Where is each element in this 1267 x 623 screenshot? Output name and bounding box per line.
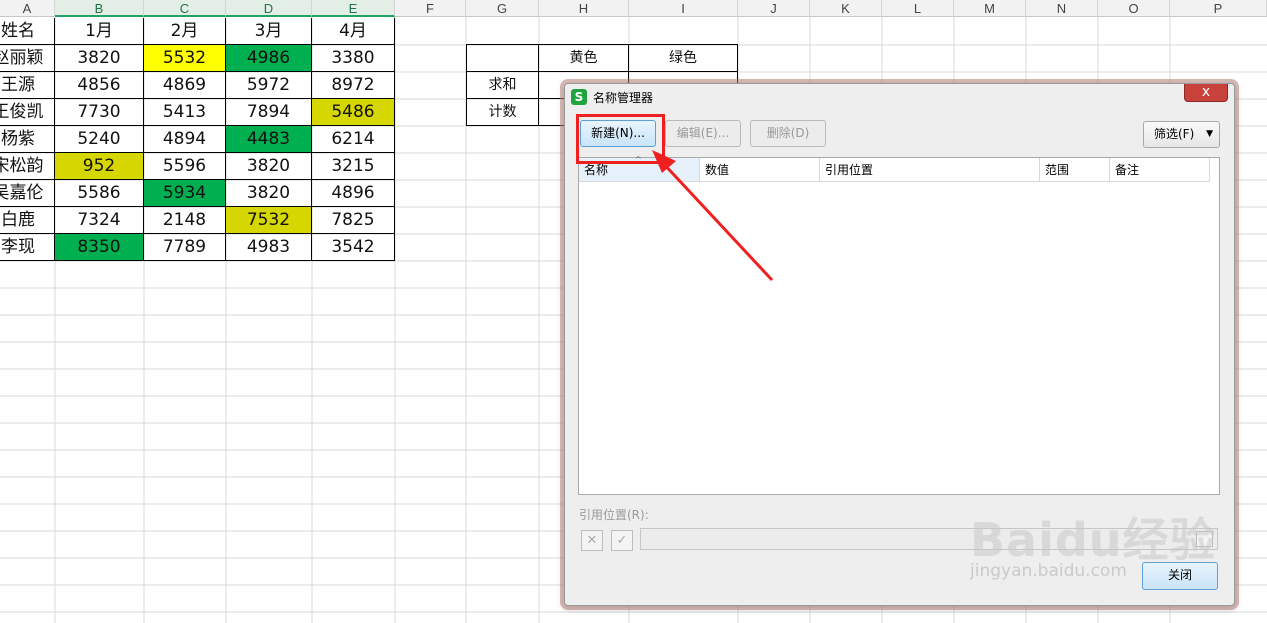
summary-header-green[interactable]: 绿色	[629, 45, 738, 72]
filter-dropdown-button[interactable]: 筛选(F) ▼	[1143, 121, 1220, 148]
dropdown-arrow-icon: ▼	[1206, 129, 1213, 139]
table-cell[interactable]: 4896	[312, 180, 395, 207]
table-cell[interactable]: 2148	[144, 207, 226, 234]
list-header-scope[interactable]: 范围	[1040, 158, 1110, 182]
table-cell-name[interactable]: 李现	[0, 234, 55, 261]
column-header-l[interactable]: L	[882, 0, 954, 17]
summary-row-sum[interactable]: 求和	[467, 72, 539, 99]
table-cell[interactable]: 4856	[55, 72, 144, 99]
column-header-m[interactable]: M	[954, 0, 1026, 17]
table-cell-name[interactable]: 王源	[0, 72, 55, 99]
dialog-close-icon[interactable]: x	[1184, 84, 1228, 102]
refers-to-label: 引用位置(R):	[579, 508, 649, 522]
table-cell-name[interactable]: 白鹿	[0, 207, 55, 234]
table-cell-yellow[interactable]: 5532	[144, 45, 226, 72]
dialog-titlebar[interactable]: S 名称管理器 x	[565, 84, 1234, 110]
column-header-p[interactable]: P	[1170, 0, 1267, 17]
column-header-c[interactable]: C	[144, 0, 226, 17]
table-cell[interactable]: 7789	[144, 234, 226, 261]
column-header-n[interactable]: N	[1026, 0, 1098, 17]
table-cell[interactable]: 5972	[226, 72, 312, 99]
table-cell-name[interactable]: 杨紫	[0, 126, 55, 153]
highlight-box	[576, 114, 665, 164]
list-header-refers-to[interactable]: 引用位置	[820, 158, 1040, 182]
delete-name-button[interactable]: 删除(D)	[750, 120, 826, 147]
table-cell[interactable]: 3380	[312, 45, 395, 72]
table-cell[interactable]: 7825	[312, 207, 395, 234]
table-cell-green[interactable]: 4986	[226, 45, 312, 72]
column-header-i[interactable]: I	[629, 0, 738, 17]
table-cell-yellow[interactable]: 7532	[226, 207, 312, 234]
column-header-f[interactable]: F	[395, 0, 466, 17]
table-cell[interactable]: 3820	[226, 180, 312, 207]
dialog-title: 名称管理器	[593, 91, 654, 105]
table-cell[interactable]: 3215	[312, 153, 395, 180]
table-cell-name[interactable]: 王俊凯	[0, 99, 55, 126]
cancel-ref-icon[interactable]: ✕	[581, 530, 603, 551]
column-header-d[interactable]: D	[226, 0, 312, 17]
wps-s-logo-icon: S	[571, 89, 587, 105]
table-cell[interactable]: 3820	[55, 45, 144, 72]
column-header-e[interactable]: E	[312, 0, 395, 17]
table-cell[interactable]: 3820	[226, 153, 312, 180]
table-cell[interactable]: 5596	[144, 153, 226, 180]
close-button[interactable]: 关闭	[1142, 562, 1218, 590]
summary-corner-cell[interactable]	[467, 45, 539, 72]
column-header-g[interactable]: G	[466, 0, 539, 17]
collapse-dialog-icon[interactable]	[1196, 531, 1213, 547]
table-cell[interactable]: 5413	[144, 99, 226, 126]
table-cell[interactable]: 4894	[144, 126, 226, 153]
refers-to-input[interactable]	[640, 528, 1218, 550]
table-header-month[interactable]: 3月	[226, 18, 312, 45]
column-header-o[interactable]: O	[1098, 0, 1170, 17]
column-header-j[interactable]: J	[738, 0, 810, 17]
column-header-k[interactable]: K	[810, 0, 882, 17]
table-header-month[interactable]: 2月	[144, 18, 226, 45]
names-list[interactable]: 名称 数值 引用位置 范围 备注 ^	[578, 155, 1220, 495]
table-cell[interactable]: 7324	[55, 207, 144, 234]
table-cell[interactable]: 4869	[144, 72, 226, 99]
column-header-h[interactable]: H	[539, 0, 629, 17]
table-header-month[interactable]: 1月	[55, 18, 144, 45]
table-cell-yellow[interactable]: 5486	[312, 99, 395, 126]
table-cell[interactable]: 4983	[226, 234, 312, 261]
table-cell[interactable]: 3542	[312, 234, 395, 261]
table-cell-green[interactable]: 4483	[226, 126, 312, 153]
list-header-value[interactable]: 数值	[700, 158, 820, 182]
summary-header-yellow[interactable]: 黄色	[539, 45, 629, 72]
summary-row-count[interactable]: 计数	[467, 99, 539, 126]
table-cell[interactable]: 7730	[55, 99, 144, 126]
table-header-name[interactable]: 姓名	[0, 18, 55, 45]
table-cell[interactable]: 5240	[55, 126, 144, 153]
table-cell[interactable]: 7894	[226, 99, 312, 126]
table-header-month[interactable]: 4月	[312, 18, 395, 45]
filter-label: 筛选(F)	[1154, 127, 1195, 141]
table-cell-name[interactable]: 宋松韵	[0, 153, 55, 180]
table-cell-name[interactable]: 赵丽颖	[0, 45, 55, 72]
list-header-comment[interactable]: 备注	[1110, 158, 1210, 182]
table-cell-name[interactable]: 吴嘉伦	[0, 180, 55, 207]
table-cell-green[interactable]: 8350	[55, 234, 144, 261]
column-header-b[interactable]: B	[55, 0, 144, 17]
table-cell[interactable]: 6214	[312, 126, 395, 153]
table-cell-yellow[interactable]: 952	[55, 153, 144, 180]
table-cell[interactable]: 5586	[55, 180, 144, 207]
edit-name-button[interactable]: 编辑(E)...	[665, 120, 741, 147]
confirm-ref-icon[interactable]: ✓	[611, 530, 633, 551]
table-cell[interactable]: 8972	[312, 72, 395, 99]
table-cell-green[interactable]: 5934	[144, 180, 226, 207]
column-header-a[interactable]: A	[0, 0, 55, 17]
